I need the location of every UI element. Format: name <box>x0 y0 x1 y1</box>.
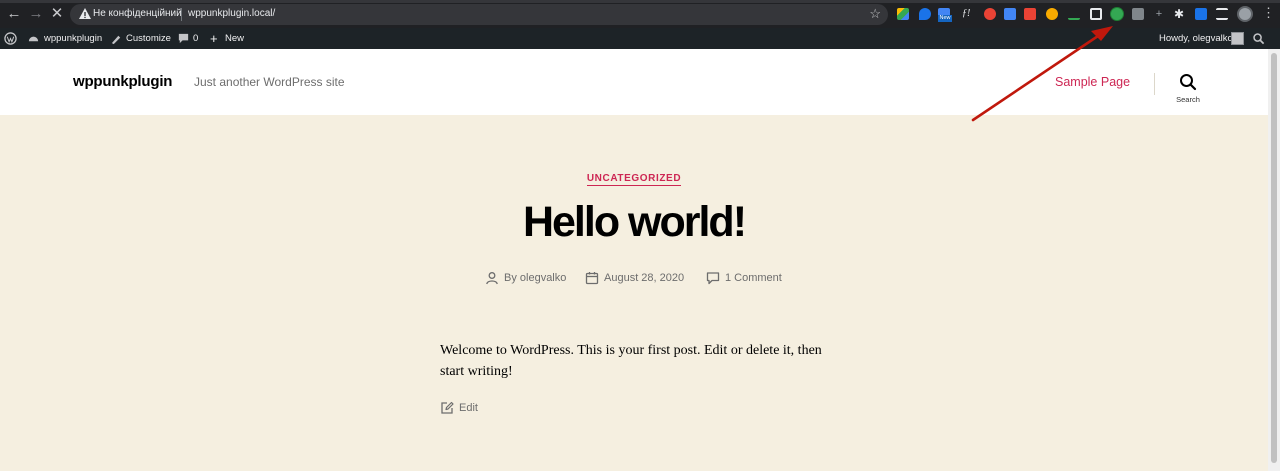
edit-label[interactable]: Edit <box>459 402 478 414</box>
puzzle-extensions-icon[interactable]: ✱ <box>1174 8 1186 20</box>
translate-icon[interactable] <box>1004 8 1016 20</box>
post-category: UNCATEGORIZED <box>0 168 1268 186</box>
new-extension-icon[interactable]: New <box>938 8 952 22</box>
comments-count[interactable]: 0 <box>193 28 198 49</box>
site-description: Just another WordPress site <box>194 75 345 89</box>
warning-icon <box>79 8 91 19</box>
customize-link[interactable]: Customize <box>126 28 171 49</box>
scrollbar-thumb[interactable] <box>1271 53 1277 463</box>
omnibox-divider <box>181 8 182 21</box>
menu-item-sample-page[interactable]: Sample Page <box>1055 75 1130 89</box>
search-icon[interactable] <box>1252 32 1265 45</box>
stop-loading-icon[interactable]: ✕ <box>48 5 66 23</box>
search-label: Search <box>1176 95 1200 104</box>
page: ← → ✕ Не конфіденційний wppunkplugin.loc… <box>0 0 1280 471</box>
crosshair-icon[interactable]: + <box>1153 8 1165 20</box>
user-icon <box>486 272 498 285</box>
category-link[interactable]: UNCATEGORIZED <box>586 173 682 186</box>
new-content-link[interactable]: New <box>225 28 244 49</box>
google-drive-icon[interactable] <box>897 8 909 20</box>
comment-icon <box>706 272 720 285</box>
comment-bubble-icon <box>178 33 189 44</box>
browser-toolbar: ← → ✕ Не конфіденційний wppunkplugin.loc… <box>0 0 1280 28</box>
grey-extension-icon[interactable] <box>1132 8 1144 20</box>
header-divider <box>1154 73 1155 95</box>
function-icon[interactable]: ƒ! <box>962 8 974 20</box>
admin-site-name[interactable]: wppunkplugin <box>44 28 102 49</box>
browser-menu-icon[interactable]: ⋮ <box>1262 6 1275 20</box>
url-text[interactable]: wppunkplugin.local/ <box>188 8 275 19</box>
reading-list-icon[interactable] <box>1216 8 1228 20</box>
extension-drop-icon[interactable] <box>919 8 931 20</box>
not-secure-label[interactable]: Не конфіденційний <box>93 8 182 19</box>
wordpress-logo-icon[interactable] <box>4 32 17 45</box>
cast-icon[interactable] <box>1195 8 1207 20</box>
wp-admin-bar: wppunkplugin Customize 0 + New Howdy, ol… <box>0 28 1280 49</box>
tab-strip <box>0 0 1280 3</box>
edit-icon <box>441 401 454 414</box>
search-icon <box>1180 74 1197 91</box>
bookmark-star-icon[interactable]: ☆ <box>869 6 881 22</box>
site-title[interactable]: wppunkplugin <box>73 73 172 90</box>
window-icon[interactable] <box>1090 8 1102 20</box>
profile-avatar-icon[interactable] <box>1237 6 1253 22</box>
customize-brush-icon <box>111 35 121 45</box>
post-title: Hello world! <box>522 198 747 246</box>
red-square-icon[interactable] <box>1024 8 1036 20</box>
howdy-user[interactable]: Howdy, olegvalko <box>1159 28 1233 49</box>
comments-link[interactable]: 1 Comment <box>725 272 782 284</box>
new-badge: New <box>938 15 952 22</box>
author-link[interactable]: By olegvalko <box>504 272 566 284</box>
green-check-icon[interactable] <box>1068 8 1080 20</box>
post-content: Welcome to WordPress. This is your first… <box>440 343 822 379</box>
site-header: wppunkplugin Just another WordPress site… <box>0 49 1280 115</box>
calendar-icon <box>585 272 599 285</box>
red-extension-icon[interactable] <box>984 8 996 20</box>
address-bar[interactable]: Не конфіденційний wppunkplugin.local/ ☆ <box>70 4 888 25</box>
cookie-icon[interactable] <box>1046 8 1058 20</box>
plus-icon: + <box>210 31 218 46</box>
search-toggle-button[interactable]: Search <box>1170 73 1206 107</box>
back-icon[interactable]: ← <box>5 5 23 23</box>
date-link[interactable]: August 28, 2020 <box>604 272 684 284</box>
user-avatar[interactable] <box>1231 32 1244 45</box>
dashboard-icon <box>28 36 39 42</box>
green-gear-extension-icon[interactable] <box>1111 8 1123 20</box>
forward-icon[interactable]: → <box>27 5 45 23</box>
page-scrollbar[interactable] <box>1268 49 1280 471</box>
